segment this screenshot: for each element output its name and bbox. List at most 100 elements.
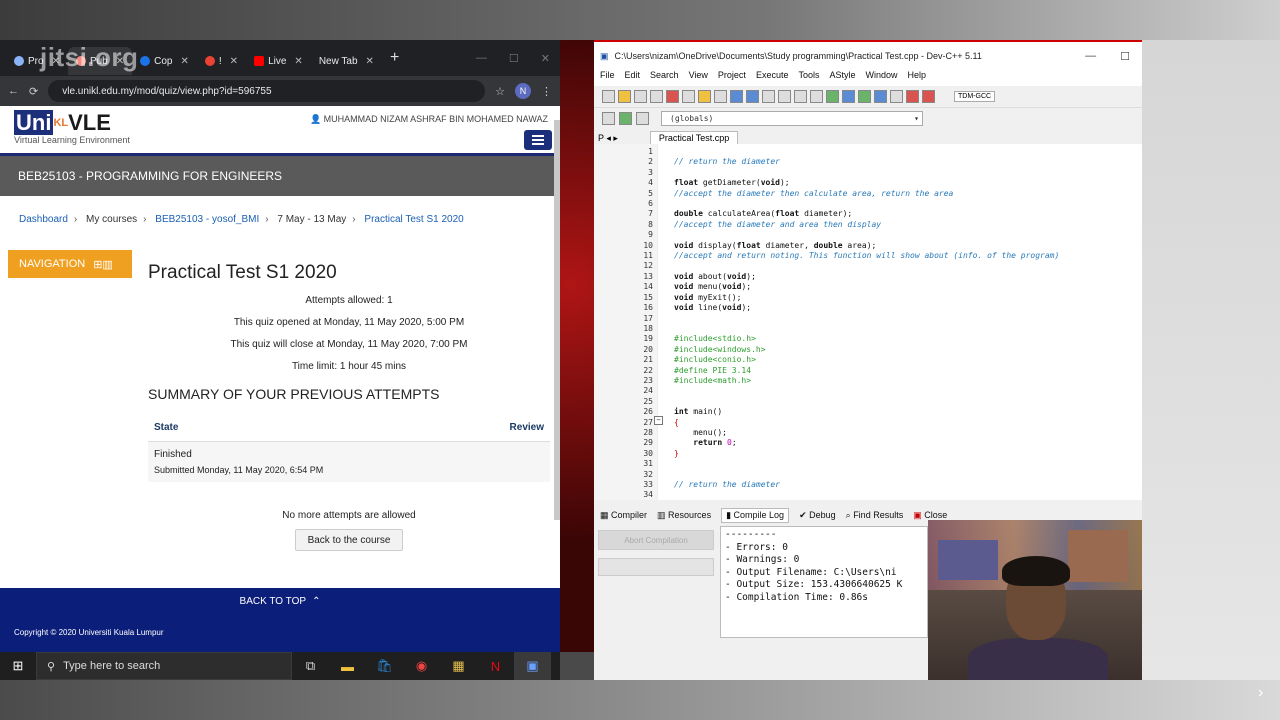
background-top — [0, 0, 1280, 40]
task-view-icon[interactable]: ⧉ — [292, 652, 329, 680]
replace-icon[interactable] — [746, 90, 759, 103]
devcpp-icon[interactable]: ▣ — [514, 652, 551, 680]
back-to-course-button[interactable]: Back to the course — [295, 529, 403, 551]
compile-run-icon[interactable] — [858, 90, 871, 103]
tab-close[interactable]: ▣ Close — [913, 510, 947, 521]
reload-icon[interactable]: ⟳ — [29, 85, 38, 98]
chrome-icon[interactable]: ◉ — [403, 652, 440, 680]
menu-project[interactable]: Project — [718, 70, 746, 86]
dock-icon[interactable]: ⊞▥ — [93, 258, 113, 271]
next-arrow-icon[interactable]: › — [1258, 684, 1263, 702]
tab-compile-log[interactable]: ▮ Compile Log — [721, 507, 790, 523]
close-icon[interactable]: ✕ — [366, 56, 374, 67]
file-explorer-icon[interactable]: ▬ — [329, 652, 366, 680]
hamburger-menu-icon[interactable] — [524, 130, 552, 150]
breadcrumb-dashboard[interactable]: Dashboard — [19, 214, 68, 225]
menu-astyle[interactable]: AStyle — [829, 70, 855, 86]
maximize-icon[interactable]: ☐ — [1120, 50, 1130, 63]
compiler-select[interactable]: TDM-GCC — [954, 91, 996, 102]
check-icon[interactable] — [874, 90, 887, 103]
code-editor[interactable]: 1 2 3 4 5 6 7 8 9 10 11 12 13 14 15 16 17 18 19 20 21 22 23 24 2… — [594, 144, 1142, 500]
breadcrumb-quiz[interactable]: Practical Test S1 2020 — [364, 214, 463, 225]
run-icon[interactable] — [842, 90, 855, 103]
tab-debug[interactable]: ✔ Debug — [799, 510, 836, 521]
open-icon[interactable] — [618, 90, 631, 103]
new-file-icon[interactable] — [602, 90, 615, 103]
user-menu[interactable]: 👤 MUHAMMAD NIZAM ASHRAF BIN MOHAMED NAWA… — [310, 114, 548, 125]
close-file-icon[interactable] — [666, 90, 679, 103]
log-line: - Output Size: 153.4306640625 K — [725, 579, 903, 591]
class-browser-icon[interactable] — [602, 111, 615, 125]
breadcrumb-my-courses[interactable]: My courses — [86, 214, 137, 225]
tab-resources[interactable]: ▥ Resources — [657, 510, 711, 521]
tab-find-results[interactable]: ⌕ Find Results — [846, 510, 904, 521]
insert-icon[interactable] — [619, 111, 632, 125]
browser-tab[interactable]: Cop ✕ — [132, 47, 197, 75]
close-icon[interactable]: ✕ — [181, 56, 189, 67]
minimize-icon[interactable]: — — [476, 52, 487, 65]
indent-icon[interactable] — [778, 90, 791, 103]
toggle-icon[interactable] — [636, 111, 649, 125]
chevron-right-icon: › — [265, 214, 269, 225]
goto-icon[interactable] — [762, 90, 775, 103]
chart-icon[interactable] — [906, 90, 919, 103]
back-to-top-button[interactable]: BACK TO TOP ⌃ — [0, 588, 560, 614]
logo-subtitle: Virtual Learning Environment — [14, 135, 130, 145]
project-tab-label[interactable]: P ◂ ▸ — [598, 133, 618, 144]
project-icon[interactable] — [810, 90, 823, 103]
back-to-top-label: BACK TO TOP — [239, 595, 307, 607]
fold-toggle-icon[interactable]: − — [654, 416, 663, 425]
menu-file[interactable]: File — [600, 70, 615, 86]
taskbar-search[interactable]: ⚲ Type here to search — [36, 652, 292, 680]
url-field[interactable]: vle.unikl.edu.my/mod/quiz/view.php?id=59… — [48, 80, 486, 102]
browser-tab[interactable]: Live ✕ — [246, 47, 311, 75]
abort-compilation-button[interactable]: Abort Compilation — [598, 530, 714, 550]
app-icon[interactable]: ▦ — [440, 652, 477, 680]
close-window-icon[interactable]: ✕ — [541, 52, 550, 65]
browser-tab[interactable]: ! ✕ — [197, 47, 246, 75]
compile-icon[interactable] — [826, 90, 839, 103]
close-icon[interactable]: ✕ — [230, 56, 238, 67]
find-icon[interactable] — [730, 90, 743, 103]
minimize-icon[interactable]: — — [1085, 50, 1096, 63]
more-icon[interactable]: ⋮ — [541, 85, 552, 98]
navigation-block-button[interactable]: NAVIGATION ⊞▥ — [8, 250, 132, 278]
new-tab-icon[interactable]: + — [390, 49, 399, 67]
menu-execute[interactable]: Execute — [756, 70, 789, 86]
tab-practical-test[interactable]: Practical Test.cpp — [649, 131, 739, 144]
breadcrumb-week[interactable]: 7 May - 13 May — [277, 214, 346, 225]
scrollbar[interactable] — [554, 120, 560, 520]
column-review: Review — [509, 422, 544, 433]
redo-icon[interactable] — [714, 90, 727, 103]
stop-icon[interactable] — [890, 90, 903, 103]
search-placeholder: Type here to search — [63, 660, 161, 672]
debug-icon[interactable] — [922, 90, 935, 103]
close-icon[interactable]: ✕ — [294, 56, 302, 67]
unindent-icon[interactable] — [794, 90, 807, 103]
chevron-right-icon: › — [73, 214, 78, 225]
menu-window[interactable]: Window — [866, 70, 898, 86]
devcpp-titlebar: ▣ C:\Users\nizam\OneDrive\Documents\Stud… — [594, 40, 1142, 70]
print-icon[interactable] — [682, 90, 695, 103]
netflix-icon[interactable]: N — [477, 652, 514, 680]
star-icon[interactable]: ☆ — [495, 85, 505, 98]
menu-help[interactable]: Help — [908, 70, 927, 86]
menu-view[interactable]: View — [689, 70, 708, 86]
scope-dropdown[interactable]: (globals) — [661, 110, 923, 126]
save-all-icon[interactable] — [650, 90, 663, 103]
tab-compiler[interactable]: ▦ Compiler — [600, 510, 647, 521]
save-icon[interactable] — [634, 90, 647, 103]
maximize-icon[interactable]: ☐ — [509, 52, 519, 65]
store-icon[interactable]: 🛍 — [366, 652, 403, 680]
browser-tab[interactable]: New Tab ✕ — [311, 47, 382, 75]
back-arrow-icon[interactable]: ← — [8, 85, 19, 97]
windows-start-icon[interactable]: ⊞ — [0, 652, 36, 680]
breadcrumb-course[interactable]: BEB25103 - yosof_BMI — [155, 214, 259, 225]
menu-edit[interactable]: Edit — [625, 70, 641, 86]
vle-logo[interactable]: Uni KLVLE Virtual Learning Environment — [14, 110, 130, 145]
undo-icon[interactable] — [698, 90, 711, 103]
menu-search[interactable]: Search — [650, 70, 679, 86]
menu-tools[interactable]: Tools — [798, 70, 819, 86]
attempt-state: Finished — [154, 449, 192, 460]
profile-avatar[interactable]: N — [515, 83, 531, 99]
